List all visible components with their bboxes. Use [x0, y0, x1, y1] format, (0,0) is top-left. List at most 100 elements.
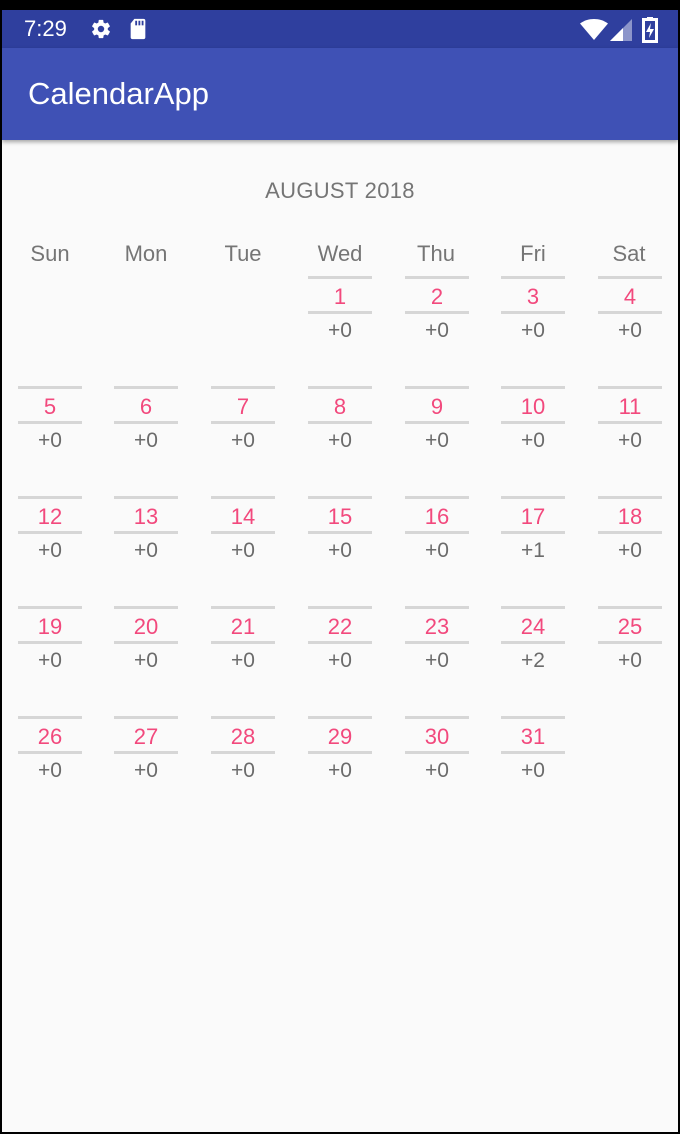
- event-count: +0: [521, 759, 545, 782]
- day-cell-6[interactable]: 6 +0: [114, 386, 178, 458]
- day-cell-5[interactable]: 5 +0: [18, 386, 82, 458]
- weekday-sun: Sun: [30, 241, 70, 266]
- event-count: +0: [618, 539, 642, 562]
- day-number: 30: [424, 724, 450, 749]
- day-number: 20: [133, 614, 159, 639]
- event-count: +0: [38, 429, 62, 452]
- event-count: +0: [425, 319, 449, 342]
- day-number: 23: [424, 614, 450, 639]
- day-cell-19[interactable]: 19 +0: [18, 606, 82, 678]
- event-count: +0: [521, 429, 545, 452]
- event-count: +0: [425, 539, 449, 562]
- day-number: 18: [617, 504, 643, 529]
- day-cell-17[interactable]: 17 +1: [501, 496, 565, 568]
- event-count: +0: [134, 759, 158, 782]
- day-cell-7[interactable]: 7 +0: [211, 386, 275, 458]
- day-cell-28[interactable]: 28 +0: [211, 716, 275, 788]
- day-number: 5: [43, 394, 57, 419]
- day-number: 1: [333, 284, 347, 309]
- event-count: +0: [425, 759, 449, 782]
- day-number: 3: [526, 284, 540, 309]
- day-number: 6: [139, 394, 153, 419]
- day-cell-9[interactable]: 9 +0: [405, 386, 469, 458]
- day-number: 29: [327, 724, 353, 749]
- device-screen: 7:29 CalendarApp AUGUST 2018 Sun Mon Tue…: [0, 0, 680, 1134]
- day-cell-12[interactable]: 12 +0: [18, 496, 82, 568]
- day-cell-10[interactable]: 10 +0: [501, 386, 565, 458]
- event-count: +0: [38, 759, 62, 782]
- event-count: +0: [618, 319, 642, 342]
- day-cell-8[interactable]: 8 +0: [308, 386, 372, 458]
- day-number: 17: [520, 504, 546, 529]
- day-cell-3[interactable]: 3 +0: [501, 276, 565, 348]
- day-cell-11[interactable]: 11 +0: [598, 386, 662, 458]
- day-cell-18[interactable]: 18 +0: [598, 496, 662, 568]
- weekday-wed: Wed: [317, 241, 363, 266]
- day-cell-29[interactable]: 29 +0: [308, 716, 372, 788]
- event-count: +0: [231, 759, 255, 782]
- calendar-view: AUGUST 2018 Sun Mon Tue Wed Thu Fri Sat …: [2, 140, 678, 1132]
- day-cell-30[interactable]: 30 +0: [405, 716, 469, 788]
- day-number: 2: [430, 284, 444, 309]
- day-number: 4: [623, 284, 637, 309]
- day-number: 22: [327, 614, 353, 639]
- event-count: +2: [521, 649, 545, 672]
- day-cell-23[interactable]: 23 +0: [405, 606, 469, 678]
- event-count: +0: [134, 429, 158, 452]
- weekday-fri: Fri: [520, 241, 546, 266]
- event-count: +0: [231, 429, 255, 452]
- day-cell-15[interactable]: 15 +0: [308, 496, 372, 568]
- event-count: +1: [521, 539, 545, 562]
- day-cell-22[interactable]: 22 +0: [308, 606, 372, 678]
- app-bar: CalendarApp: [2, 48, 678, 140]
- event-count: +0: [134, 539, 158, 562]
- event-count: +0: [328, 429, 352, 452]
- signal-icon: [610, 19, 632, 41]
- event-count: +0: [38, 539, 62, 562]
- day-cell-26[interactable]: 26 +0: [18, 716, 82, 788]
- day-cell-31[interactable]: 31 +0: [501, 716, 565, 788]
- day-number: 28: [230, 724, 256, 749]
- gear-icon: [92, 19, 110, 39]
- day-number: 15: [327, 504, 353, 529]
- day-number: 31: [520, 724, 546, 749]
- event-count: +0: [231, 539, 255, 562]
- event-count: +0: [328, 319, 352, 342]
- day-cell-4[interactable]: 4 +0: [598, 276, 662, 348]
- day-number: 10: [520, 394, 546, 419]
- event-count: +0: [38, 649, 62, 672]
- day-number: 8: [333, 394, 347, 419]
- day-cell-1[interactable]: 1 +0: [308, 276, 372, 348]
- weekday-tue: Tue: [224, 241, 262, 266]
- day-number: 27: [133, 724, 159, 749]
- battery-charging-icon: [642, 17, 658, 43]
- event-count: +0: [231, 649, 255, 672]
- event-count: +0: [328, 759, 352, 782]
- day-number: 25: [617, 614, 643, 639]
- day-number: 11: [618, 394, 642, 419]
- day-cell-24[interactable]: 24 +2: [501, 606, 565, 678]
- app-title: CalendarApp: [28, 76, 209, 111]
- event-count: +0: [521, 319, 545, 342]
- day-number: 19: [37, 614, 63, 639]
- status-bar: 7:29: [2, 10, 678, 48]
- event-count: +0: [134, 649, 158, 672]
- event-count: +0: [328, 539, 352, 562]
- day-number: 13: [133, 504, 159, 529]
- event-count: +0: [618, 429, 642, 452]
- day-cell-16[interactable]: 16 +0: [405, 496, 469, 568]
- day-cell-13[interactable]: 13 +0: [114, 496, 178, 568]
- day-cell-2[interactable]: 2 +0: [405, 276, 469, 348]
- day-cell-27[interactable]: 27 +0: [114, 716, 178, 788]
- event-count: +0: [425, 429, 449, 452]
- day-cell-20[interactable]: 20 +0: [114, 606, 178, 678]
- status-time: 7:29: [24, 16, 67, 41]
- day-cell-25[interactable]: 25 +0: [598, 606, 662, 678]
- wifi-icon: [580, 19, 608, 40]
- day-cell-21[interactable]: 21 +0: [211, 606, 275, 678]
- weekday-mon: Mon: [124, 241, 168, 266]
- weekday-thu: Thu: [417, 241, 455, 266]
- day-number: 26: [37, 724, 63, 749]
- day-number: 14: [230, 504, 256, 529]
- day-cell-14[interactable]: 14 +0: [211, 496, 275, 568]
